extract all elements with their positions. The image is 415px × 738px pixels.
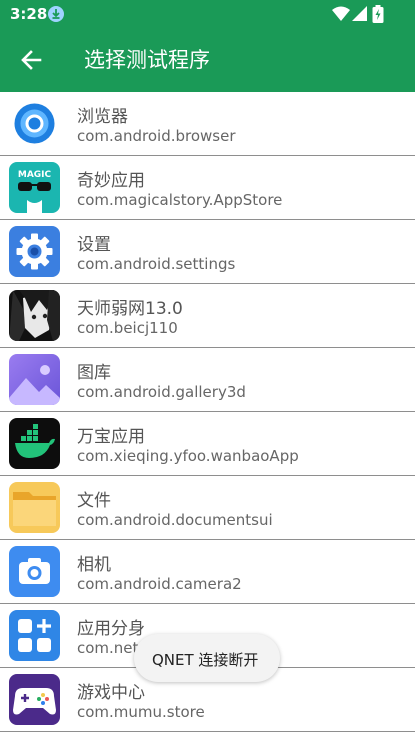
app-name: 图库	[77, 363, 111, 383]
app-row-camera[interactable]: 相机 com.android.camera2	[0, 540, 415, 604]
app-package: com.android.settings	[77, 255, 236, 273]
gear-icon	[9, 226, 60, 277]
app-package: com.android.gallery3d	[77, 383, 246, 401]
clone-apps-icon	[9, 610, 60, 661]
gamepad-icon	[9, 674, 60, 725]
back-arrow-icon[interactable]	[18, 46, 46, 74]
status-bar: 3:28	[0, 0, 415, 28]
wifi-icon	[332, 6, 350, 26]
magic-icon: MAGIC	[9, 162, 60, 213]
app-package: com.xieqing.yfoo.wanbaoApp	[77, 447, 299, 465]
page-title: 选择测试程序	[84, 48, 210, 72]
app-row-tianshi[interactable]: 天师弱网13.0 com.beicj110	[0, 284, 415, 348]
app-name: 设置	[77, 235, 111, 255]
anime-avatar-icon	[9, 290, 60, 341]
app-package: com.android.browser	[77, 127, 236, 145]
app-package: com.android.documentsui	[77, 511, 273, 529]
app-name: 浏览器	[77, 107, 128, 127]
app-bar: 选择测试程序	[0, 28, 415, 92]
gallery-icon	[9, 354, 60, 405]
app-package: com.magicalstory.AppStore	[77, 191, 283, 209]
app-package: com.mumu.store	[77, 703, 205, 721]
toast-message: QNET 连接断开	[134, 634, 280, 682]
app-package: com.beicj110	[77, 319, 178, 337]
docker-whale-icon	[9, 418, 60, 469]
browser-icon	[9, 98, 60, 149]
app-name: 奇妙应用	[77, 171, 145, 191]
camera-icon	[9, 546, 60, 597]
download-icon	[48, 6, 64, 22]
app-row-files[interactable]: 文件 com.android.documentsui	[0, 476, 415, 540]
magic-logo-text: MAGIC	[18, 170, 52, 180]
folder-icon	[9, 482, 60, 533]
app-name: 天师弱网13.0	[77, 299, 183, 319]
app-row-magic[interactable]: MAGIC 奇妙应用 com.magicalstory.AppStore	[0, 156, 415, 220]
toast-text: QNET 连接断开	[152, 651, 259, 669]
status-time: 3:28	[10, 5, 48, 23]
app-name: 相机	[77, 555, 111, 575]
app-name: 万宝应用	[77, 427, 145, 447]
app-name: 应用分身	[77, 619, 145, 639]
battery-icon	[372, 5, 384, 27]
app-row-wanbao[interactable]: 万宝应用 com.xieqing.yfoo.wanbaoApp	[0, 412, 415, 476]
app-package: com.android.camera2	[77, 575, 242, 593]
app-name: 游戏中心	[77, 683, 145, 703]
app-name: 文件	[77, 491, 111, 511]
app-row-gallery[interactable]: 图库 com.android.gallery3d	[0, 348, 415, 412]
app-row-browser[interactable]: 浏览器 com.android.browser	[0, 92, 415, 156]
app-package: com.net	[77, 639, 139, 657]
app-row-settings[interactable]: 设置 com.android.settings	[0, 220, 415, 284]
signal-icon	[352, 6, 368, 26]
